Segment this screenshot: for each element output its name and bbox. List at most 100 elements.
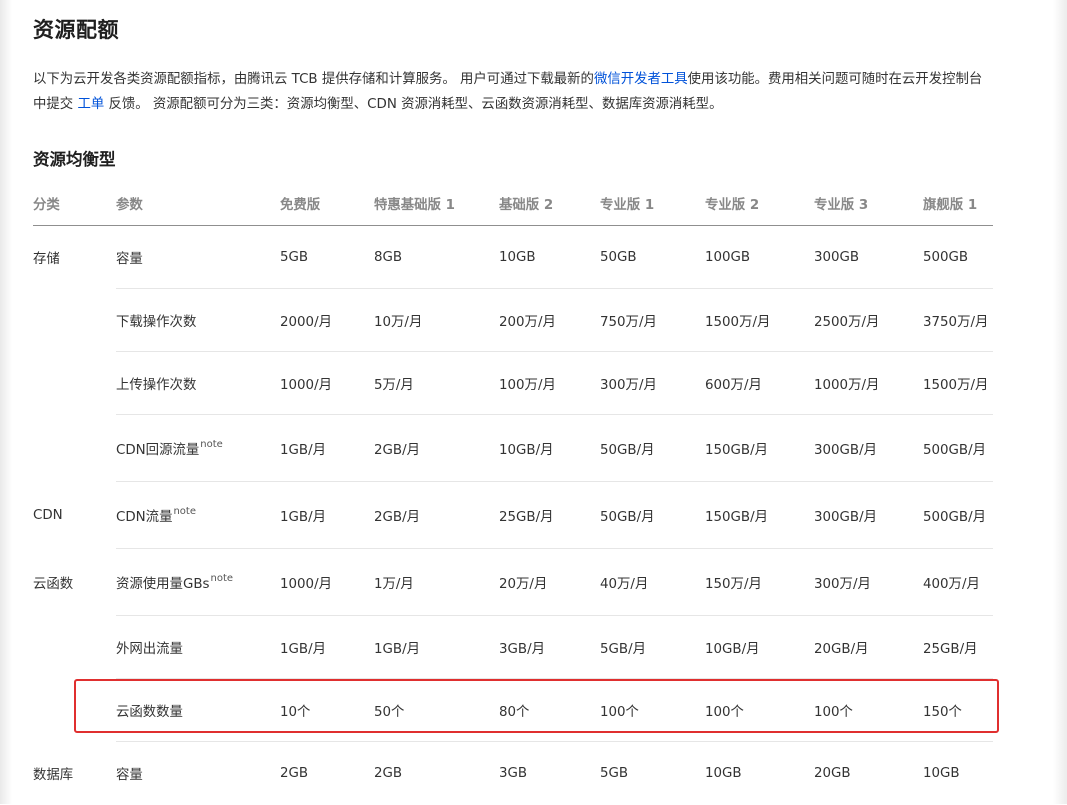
cell-value: 8GB <box>374 225 499 289</box>
section-title: 资源均衡型 <box>33 150 116 169</box>
cell-value: 10万/月 <box>374 288 499 352</box>
cell-value: 150GB/月 <box>705 481 814 549</box>
table-row: 外网出流量 1GB/月 1GB/月 3GB/月 5GB/月 10GB/月 20G… <box>33 615 993 679</box>
cell-value: 1000/月 <box>280 548 374 616</box>
cell-value: 300万/月 <box>814 548 923 616</box>
table-row: 下载操作次数 2000/月 10万/月 200万/月 750万/月 1500万/… <box>33 288 993 352</box>
cell-value: 1GB/月 <box>374 615 499 679</box>
cell-value: 2GB/月 <box>374 414 499 482</box>
cell-value: 5万/月 <box>374 351 499 415</box>
cell-value: 750万/月 <box>600 288 705 352</box>
note-footnote-link[interactable]: note <box>211 573 234 584</box>
cell-value: 500GB/月 <box>923 414 993 482</box>
cell-value: 80个 <box>499 678 600 742</box>
ticket-link[interactable]: 工单 <box>77 97 104 112</box>
cell-value: 3750万/月 <box>923 288 993 352</box>
cell-value: 2GB <box>280 765 309 781</box>
cell-value: 500GB <box>923 225 993 289</box>
header-special-basic-1: 特惠基础版 1 <box>374 180 499 226</box>
header-pro-2: 专业版 2 <box>705 180 814 226</box>
cell-value: 1GB/月 <box>280 615 374 679</box>
cell-value: 10个 <box>280 678 374 742</box>
row-param: 云函数数量 <box>116 678 280 742</box>
row-param: 容量 <box>116 225 280 289</box>
row-param: 上传操作次数 <box>116 351 280 415</box>
cell-value: 20GB <box>814 765 851 781</box>
page-title: 资源配额 <box>33 18 119 42</box>
row-category: 云函数 <box>33 577 74 592</box>
cell-value: 25GB/月 <box>499 481 600 549</box>
cell-value: 10GB <box>499 225 600 289</box>
cell-value: 200万/月 <box>499 288 600 352</box>
row-category <box>33 415 116 482</box>
row-param: 下载操作次数 <box>116 288 280 352</box>
table-row: 云函数 资源使用量GBsnote 1000/月 1万/月 20万/月 40万/月… <box>33 548 993 616</box>
cell-value: 1GB/月 <box>280 481 374 549</box>
cell-value: 10GB <box>923 765 960 781</box>
cell-value: 1万/月 <box>374 548 499 616</box>
cell-value: 100个 <box>600 678 705 742</box>
header-free: 免费版 <box>280 180 374 226</box>
cell-value: 150万/月 <box>705 548 814 616</box>
cell-value: 50GB/月 <box>600 481 705 549</box>
wechat-devtools-link[interactable]: 微信开发者工具 <box>594 72 688 87</box>
cell-value: 10GB/月 <box>705 615 814 679</box>
cell-value: 1000万/月 <box>814 351 923 415</box>
cell-value: 100个 <box>705 678 814 742</box>
cell-value: 300GB/月 <box>814 414 923 482</box>
cell-value: 5GB <box>280 225 374 289</box>
cell-value: 500GB/月 <box>923 481 993 549</box>
left-edge-shadow <box>0 0 12 804</box>
cell-value: 25GB/月 <box>923 615 993 679</box>
header-pro-1: 专业版 1 <box>600 180 705 226</box>
row-param: 容量 <box>116 768 143 784</box>
note-footnote-link[interactable]: note <box>200 439 223 450</box>
intro-text-3: 反馈。 资源配额可分为三类：资源均衡型、CDN 资源消耗型、云函数资源消耗型、数… <box>104 97 723 112</box>
row-category <box>33 616 116 679</box>
cell-value: 50个 <box>374 678 499 742</box>
header-pro-3: 专业版 3 <box>814 180 923 226</box>
note-footnote-link[interactable]: note <box>173 506 196 517</box>
cell-value: 2GB <box>374 765 403 781</box>
cell-value: 50GB <box>600 225 705 289</box>
row-category: CDN <box>33 507 63 523</box>
table-row: CDN回源流量note 1GB/月 2GB/月 10GB/月 50GB/月 15… <box>33 414 993 482</box>
cell-value: 1GB/月 <box>280 414 374 482</box>
cell-value: 10GB <box>705 765 742 781</box>
header-category: 分类 <box>33 180 116 226</box>
row-category <box>33 289 116 352</box>
row-param: CDN回源流量note <box>116 414 280 482</box>
table-row: CDN CDN流量note 1GB/月 2GB/月 25GB/月 50GB/月 … <box>33 481 993 549</box>
row-category: 数据库 <box>33 768 74 783</box>
cell-value: 10GB/月 <box>499 414 600 482</box>
row-param: 外网出流量 <box>116 615 280 679</box>
cell-value: 3GB <box>499 765 528 781</box>
cell-value: 100个 <box>814 678 923 742</box>
row-category: 存储 <box>33 252 60 267</box>
cell-value: 40万/月 <box>600 548 705 616</box>
cell-value: 5GB <box>600 765 629 781</box>
row-category <box>33 352 116 415</box>
row-param: CDN流量note <box>116 481 280 549</box>
row-param: 资源使用量GBsnote <box>116 548 280 616</box>
cell-value: 2000/月 <box>280 288 374 352</box>
header-basic-2: 基础版 2 <box>499 180 600 226</box>
table-row: 上传操作次数 1000/月 5万/月 100万/月 300万/月 600万/月 … <box>33 351 993 415</box>
header-flagship-1: 旗舰版 1 <box>923 180 993 226</box>
cell-value: 2GB/月 <box>374 481 499 549</box>
cell-value: 150GB/月 <box>705 414 814 482</box>
cell-value: 600万/月 <box>705 351 814 415</box>
intro-paragraph: 以下为云开发各类资源配额指标，由腾讯云 TCB 提供存储和计算服务。 用户可通过… <box>33 67 993 117</box>
cell-value: 100万/月 <box>499 351 600 415</box>
cell-value: 400万/月 <box>923 548 993 616</box>
cell-value: 300GB/月 <box>814 481 923 549</box>
cell-value: 300GB <box>814 225 923 289</box>
row-category <box>33 679 116 742</box>
cell-value: 100GB <box>705 225 814 289</box>
cell-value: 20万/月 <box>499 548 600 616</box>
table-row-highlighted: 云函数数量 10个 50个 80个 100个 100个 100个 150个 <box>33 678 993 742</box>
table-row: 数据库 容量 2GB 2GB 3GB 5GB 10GB 20GB 10GB <box>33 742 993 805</box>
intro-text-1: 以下为云开发各类资源配额指标，由腾讯云 TCB 提供存储和计算服务。 用户可通过… <box>33 72 594 87</box>
cell-value: 3GB/月 <box>499 615 600 679</box>
cell-value: 5GB/月 <box>600 615 705 679</box>
